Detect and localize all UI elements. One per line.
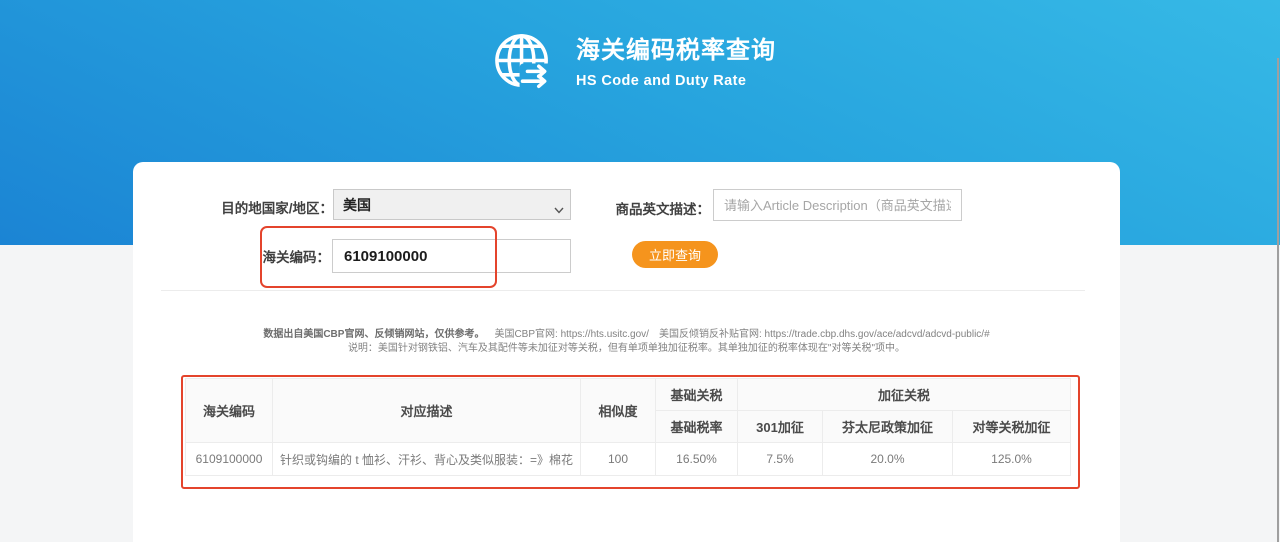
disclaimer-source-note: 数据出自美国CBP官网、反倾销网站，仅供参考。 [263,329,484,340]
card-divider [161,290,1085,291]
col-header-fentanyl: 芬太尼政策加征 [823,411,953,443]
disclaimer-adcvd-site: 美国反倾销反补贴官网: https://trade.cbp.dhs.gov/ac… [659,329,990,340]
col-header-hs-code: 海关编码 [186,379,273,443]
brand: 海关编码税率查询 HS Code and Duty Rate [493,31,776,94]
col-header-base-tariff-group: 基础关税 [656,379,738,411]
col-header-base-rate: 基础税率 [656,411,738,443]
disclaimer: 数据出自美国CBP官网、反倾销网站，仅供参考。美国CBP官网: https://… [133,328,1120,356]
destination-select-wrap: 美国 [333,189,571,220]
search-button[interactable]: 立即查询 [632,241,718,268]
hs-code-label: 海关编码： [230,246,330,266]
cell-reciprocal: 125.0% [953,443,1071,476]
cell-hs-code: 6109100000 [186,443,273,476]
cell-base-rate: 16.50% [656,443,738,476]
cell-similarity: 100 [581,443,656,476]
table-row: 6109100000 针织或钩编的 t 恤衫、汗衫、背心及类似服装：=》棉花 1… [186,443,1071,476]
description-input[interactable] [713,189,962,221]
col-header-reciprocal: 对等关税加征 [953,411,1071,443]
col-header-additional-group: 加征关税 [738,379,1071,411]
cell-fentanyl: 20.0% [823,443,953,476]
cell-301: 7.5% [738,443,823,476]
app-title: 海关编码税率查询 [576,37,776,65]
vertical-scrollbar-thumb[interactable] [1277,58,1279,542]
hs-code-input[interactable] [332,239,571,273]
app-subtitle: HS Code and Duty Rate [576,73,776,89]
disclaimer-cbp-site: 美国CBP官网: https://hts.usitc.gov/ [494,329,649,340]
query-card: 目的地国家/地区： 美国 商品英文描述： 海关编码： 立即查询 数据出自美国CB… [133,162,1120,542]
col-header-description: 对应描述 [273,379,581,443]
table-header-row-1: 海关编码 对应描述 相似度 基础关税 加征关税 [186,379,1071,411]
results-table: 海关编码 对应描述 相似度 基础关税 加征关税 基础税率 301加征 芬太尼政策… [185,378,1071,476]
col-header-similarity: 相似度 [581,379,656,443]
globe-arrows-logo-icon [493,31,556,94]
description-label: 商品英文描述： [600,198,710,218]
col-header-301: 301加征 [738,411,823,443]
destination-select[interactable]: 美国 [333,189,571,220]
cell-description: 针织或钩编的 t 恤衫、汗衫、背心及类似服装：=》棉花 [273,443,581,476]
disclaimer-line-1: 数据出自美国CBP官网、反倾销网站，仅供参考。美国CBP官网: https://… [133,328,1120,342]
destination-label: 目的地国家/地区： [173,197,333,217]
disclaimer-line-2: 说明：美国针对钢铁铝、汽车及其配件等未加征对等关税，但有单项单独加征税率。其单独… [133,342,1120,356]
